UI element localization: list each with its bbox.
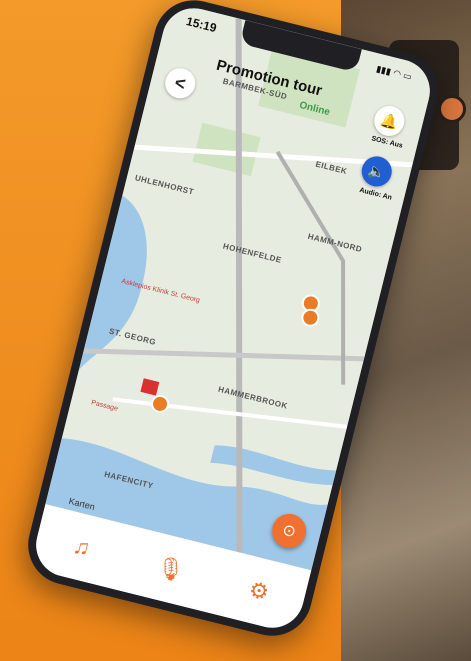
speaker-icon: 🔈	[366, 161, 388, 181]
music-note-icon: ♫	[70, 532, 93, 561]
canal	[210, 445, 337, 486]
tab-music[interactable]: ♫	[59, 530, 104, 565]
gear-icon: ⚙	[246, 576, 272, 606]
alarm-bell-icon: 🔔	[379, 110, 400, 131]
microphone-icon: 🎙	[153, 553, 188, 585]
tab-settings[interactable]: ⚙	[236, 574, 281, 609]
rail	[275, 150, 346, 385]
recenter-icon: ⊙	[280, 521, 298, 542]
status-time: 15:19	[184, 14, 218, 36]
tab-microphone[interactable]: 🎙	[148, 552, 193, 587]
signal-wifi-battery-icon: ▮▮▮ ◠ ▭	[375, 63, 413, 82]
camera-knob	[438, 95, 466, 123]
